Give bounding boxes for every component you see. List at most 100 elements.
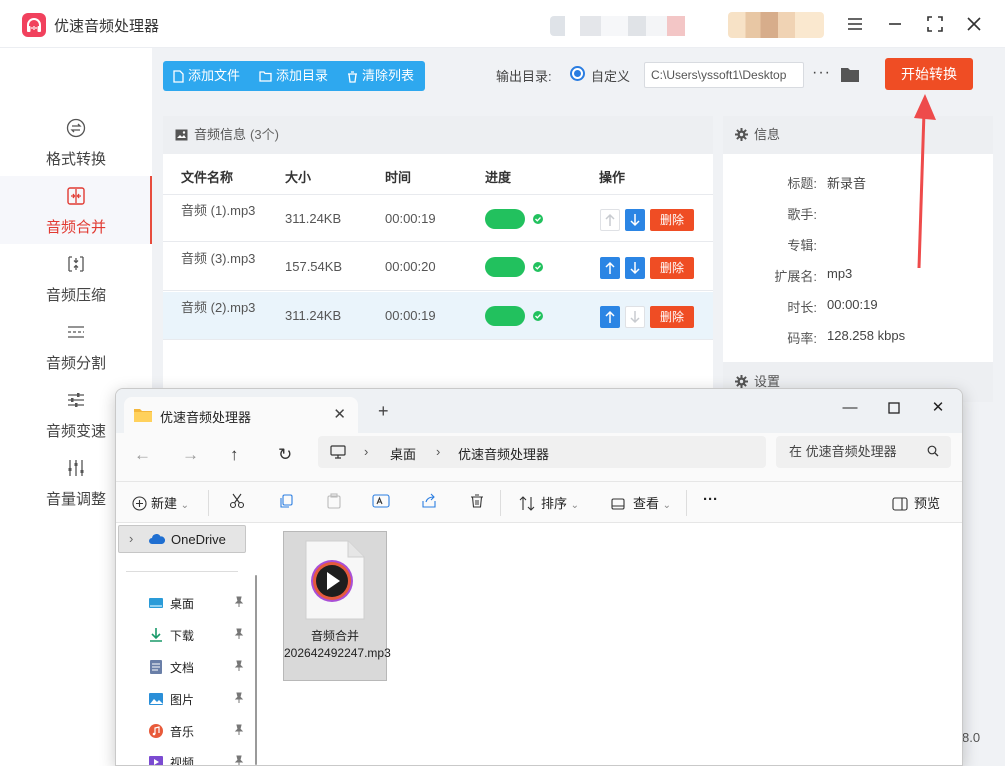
- explorer-tab[interactable]: 优速音频处理器 ✕: [124, 397, 358, 433]
- sort-button[interactable]: 排序 ⌄: [519, 493, 579, 512]
- view-button[interactable]: 查看 ⌄: [611, 493, 671, 512]
- nav-item-label: 文档: [170, 661, 195, 675]
- explorer-search-input[interactable]: 在 优速音频处理器: [776, 436, 951, 468]
- move-up-button[interactable]: [600, 306, 620, 328]
- new-tab-icon[interactable]: +: [378, 401, 389, 422]
- arrow-up-icon: [605, 261, 615, 274]
- add-dir-label: 添加目录: [276, 68, 329, 83]
- move-down-button[interactable]: [625, 257, 645, 279]
- new-button[interactable]: 新建 ⌄: [132, 493, 189, 512]
- cut-icon[interactable]: [229, 493, 245, 512]
- forward-arrow-icon[interactable]: →: [182, 445, 199, 465]
- sidebar-item-audio-compress[interactable]: 音频压缩: [0, 244, 152, 312]
- speed-sliders-icon: [68, 393, 84, 407]
- file-item[interactable]: 音频合并202642492247.mp3: [283, 531, 391, 681]
- info-duration-row: 时长: 00:00:19: [723, 297, 993, 317]
- preview-label: 预览: [914, 496, 941, 511]
- more-commands-button[interactable]: ···: [703, 491, 718, 508]
- image-icon: [175, 129, 188, 141]
- nav-item-pictures[interactable]: 图片: [148, 689, 248, 709]
- file-name: 音频 (1).mp3: [181, 203, 256, 218]
- copy-icon[interactable]: [278, 493, 294, 512]
- check-icon: [533, 311, 543, 321]
- gear-icon: [735, 128, 748, 141]
- clear-list-button[interactable]: 清除列表: [347, 61, 414, 91]
- output-dir-label: 输出目录:: [496, 69, 552, 84]
- nav-item-music[interactable]: 音乐: [148, 721, 248, 741]
- file-size: 311.24KB: [285, 308, 342, 323]
- breadcrumb-desktop[interactable]: 桌面: [390, 444, 416, 463]
- col-header-size: 大小: [285, 170, 312, 185]
- app-title: 优速音频处理器: [54, 18, 160, 35]
- refresh-icon[interactable]: ↻: [278, 445, 292, 465]
- table-row[interactable]: 音频 (3).mp3 157.54KB 00:00:20 删除: [163, 243, 713, 291]
- move-up-button[interactable]: [600, 257, 620, 279]
- nav-item-documents[interactable]: 文档: [148, 657, 248, 677]
- explorer-address-row: ← → ↑ ↻ › 桌面 › 优速音频处理器 在 优速音频处理器: [116, 433, 962, 481]
- close-icon[interactable]: [962, 12, 986, 36]
- sidebar-item-audio-split[interactable]: 音频分割: [0, 312, 152, 380]
- rename-icon[interactable]: [372, 493, 390, 512]
- sort-icon: [519, 496, 535, 511]
- convert-icon: [66, 118, 86, 138]
- nav-item-downloads[interactable]: 下载: [148, 625, 248, 645]
- delete-button[interactable]: 删除: [650, 257, 694, 279]
- new-label: 新建: [151, 496, 178, 511]
- nav-onedrive[interactable]: › OneDrive: [118, 525, 246, 553]
- info-header: 信息: [723, 116, 993, 154]
- delete-button[interactable]: 删除: [650, 209, 694, 231]
- preview-button[interactable]: 预览: [892, 493, 940, 512]
- tab-close-icon[interactable]: ✕: [333, 405, 346, 423]
- move-up-button[interactable]: [600, 209, 620, 231]
- breadcrumb-folder[interactable]: 优速音频处理器: [458, 444, 549, 463]
- file-duration: 00:00:19: [385, 308, 436, 323]
- blurred-user-info: [550, 16, 700, 36]
- add-file-button[interactable]: 添加文件: [173, 61, 240, 91]
- search-placeholder: 在 优速音频处理器: [789, 444, 897, 459]
- share-icon[interactable]: [421, 493, 437, 512]
- divider: [208, 490, 209, 516]
- maximize-icon[interactable]: [923, 12, 947, 36]
- preview-pane-icon: [892, 497, 908, 511]
- progress-indicator: [485, 306, 525, 326]
- col-header-actions: 操作: [599, 170, 626, 185]
- output-path-input[interactable]: [644, 62, 804, 88]
- minimize-icon[interactable]: [883, 12, 907, 36]
- delete-icon[interactable]: [469, 493, 485, 512]
- file-explorer-window: 优速音频处理器 ✕ + — ✕ ← → ↑ ↻ › 桌面 › 优速音频处理器 在…: [115, 388, 963, 766]
- menu-icon[interactable]: [843, 12, 867, 36]
- up-arrow-icon[interactable]: ↑: [230, 445, 239, 465]
- nav-item-videos[interactable]: 视频: [148, 752, 248, 765]
- navigation-pane: › OneDrive 桌面 下载 文档 图片 音乐 视频: [116, 523, 264, 765]
- info-artist-row: 歌手:: [723, 204, 993, 224]
- sidebar-item-audio-merge[interactable]: 音频合并: [0, 176, 152, 244]
- delete-button[interactable]: 删除: [650, 306, 694, 328]
- move-down-button[interactable]: [625, 209, 645, 231]
- sidebar-item-format-convert[interactable]: 格式转换: [0, 108, 152, 176]
- sidebar-item-label: 音频压缩: [45, 287, 106, 304]
- arrow-up-icon: [605, 213, 615, 226]
- explorer-maximize-icon[interactable]: [882, 397, 906, 419]
- clear-list-label: 清除列表: [362, 68, 415, 83]
- divider: [500, 490, 501, 516]
- add-dir-button[interactable]: 添加目录: [259, 61, 328, 91]
- table-row[interactable]: 音频 (1).mp3 311.24KB 00:00:19 删除: [163, 194, 713, 242]
- explorer-minimize-icon[interactable]: —: [838, 397, 862, 419]
- custom-radio[interactable]: [570, 66, 585, 81]
- explorer-close-icon[interactable]: ✕: [926, 397, 950, 419]
- view-icon: [611, 498, 625, 510]
- open-folder-icon[interactable]: [840, 65, 860, 83]
- more-options-button[interactable]: ···: [812, 64, 831, 82]
- nav-scrollbar[interactable]: [255, 575, 257, 765]
- sidebar-item-label: 音频分割: [45, 355, 106, 372]
- nav-item-desktop[interactable]: 桌面: [148, 593, 248, 613]
- info-bitrate-row: 码率: 128.258 kbps: [723, 328, 993, 348]
- info-value: 00:00:19: [827, 297, 878, 312]
- table-row[interactable]: 音频 (2).mp3 311.24KB 00:00:19 删除: [163, 292, 713, 340]
- pin-icon: [234, 628, 244, 639]
- back-arrow-icon[interactable]: ←: [134, 445, 151, 465]
- start-convert-button[interactable]: 开始转换: [885, 58, 973, 90]
- address-bar[interactable]: › 桌面 › 优速音频处理器: [318, 436, 766, 468]
- info-key: 扩展名:: [774, 269, 817, 284]
- move-down-button[interactable]: [625, 306, 645, 328]
